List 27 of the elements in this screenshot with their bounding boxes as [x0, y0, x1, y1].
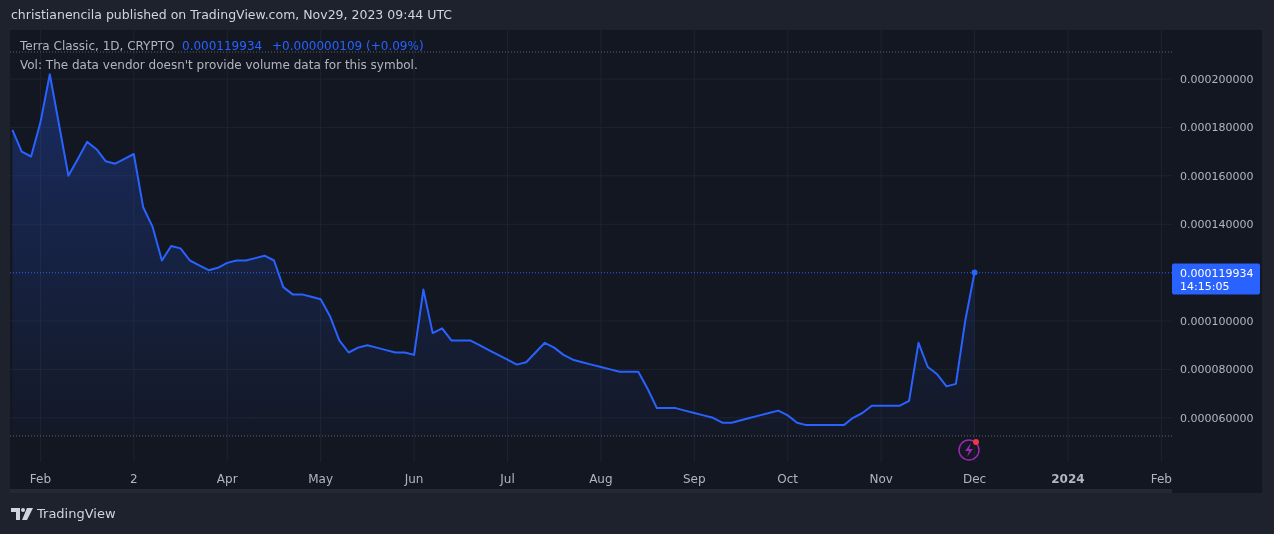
price-axis-label: 0.000060000 [1180, 411, 1254, 425]
time-axis-label: Jul [500, 472, 515, 486]
time-axis-label: Dec [962, 472, 987, 486]
time-axis-label: Jun [404, 472, 424, 486]
legend-change: +0.000000109 (+0.09%) [272, 39, 424, 53]
price-axis-label: 0.000180000 [1180, 121, 1254, 135]
time-axis-label: Nov [869, 472, 893, 486]
brand-name[interactable]: TradingView [37, 503, 116, 524]
price-axis-label: 0.000080000 [1180, 363, 1254, 377]
time-axis-label: Aug [589, 472, 613, 486]
price-axis-label: 0.000200000 [1180, 73, 1254, 87]
price-axis-label: 0.000140000 [1180, 218, 1254, 232]
time-axis-label: May [308, 472, 334, 486]
publish-info: christianencila published on TradingView.com, Nov29, 2023 09:44 UTC [11, 5, 453, 24]
time-axis-label: 2024 [1051, 472, 1085, 486]
time-axis-label: 2 [130, 472, 138, 486]
time-axis-label: Apr [216, 472, 238, 486]
time-axis-label: Feb [1150, 472, 1172, 486]
legend-price: 0.000119934 [182, 39, 263, 53]
time-axis-label: Oct [777, 472, 799, 486]
price-tag: 0.000119934 14:15:05 [1172, 263, 1260, 295]
time-axis-label: Feb [29, 472, 52, 486]
price-axis-label: 0.000160000 [1180, 169, 1254, 183]
time-axis-label: Sep [683, 472, 706, 486]
volume-note: Vol: The data vendor doesn't provide volume data for this symbol. [20, 58, 418, 72]
price-axis-label: 0.000100000 [1180, 315, 1254, 328]
legend-symbol: Terra Classic, 1D, CRYPTO [20, 39, 175, 53]
